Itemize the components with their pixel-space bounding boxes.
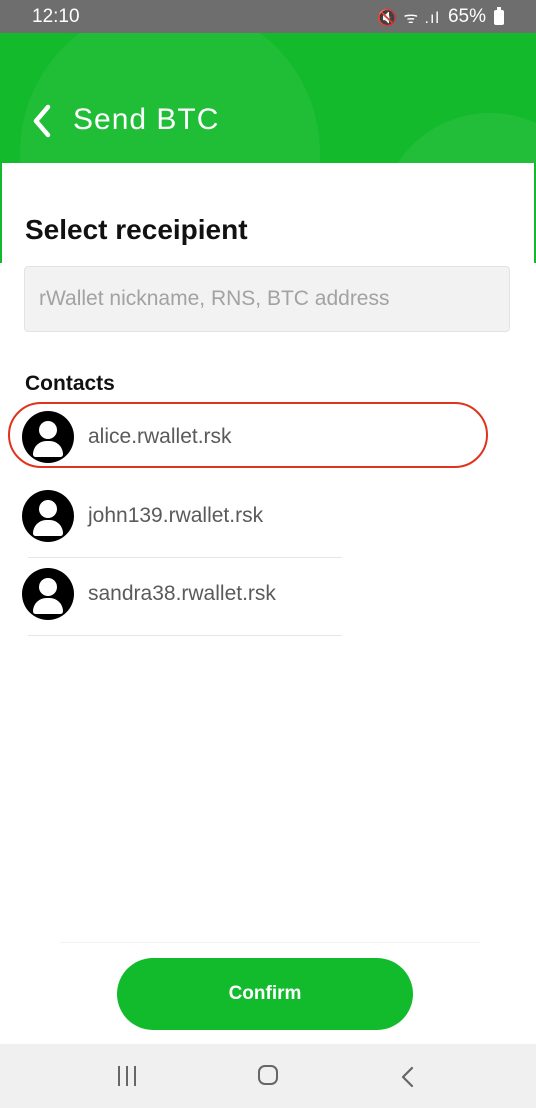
system-nav-bar — [0, 1044, 536, 1108]
battery-icon — [494, 6, 504, 25]
recipient-search-input[interactable] — [24, 266, 510, 332]
divider — [28, 635, 342, 636]
status-time: 12:10 — [32, 6, 80, 27]
battery-percent: 65% — [447, 6, 486, 27]
header-decoration — [20, 33, 320, 163]
contact-name: alice.rwallet.rsk — [88, 425, 232, 448]
divider — [0, 163, 2, 263]
contact-name: john139.rwallet.rsk — [88, 504, 264, 527]
status-bar: 12:10 🔇 ᯤ .ıl 65% — [0, 0, 536, 33]
user-icon — [22, 490, 74, 542]
back-icon[interactable] — [388, 1064, 428, 1090]
contacts-label: Contacts — [25, 372, 115, 395]
home-icon[interactable] — [248, 1064, 288, 1090]
contact-item-sandra38[interactable]: sandra38.rwallet.rsk — [22, 556, 342, 636]
contact-name: sandra38.rwallet.rsk — [88, 582, 276, 605]
user-icon — [22, 411, 74, 463]
status-indicators: 🔇 ᯤ .ıl 65% — [377, 6, 504, 28]
confirm-button[interactable]: Confirm — [117, 958, 413, 1030]
contact-item-john139[interactable]: john139.rwallet.rsk — [22, 478, 342, 558]
header: Send BTC — [0, 33, 536, 163]
page-title: Send BTC — [73, 103, 220, 136]
back-button[interactable] — [28, 101, 62, 141]
status-icons: 🔇 ᯤ .ıl — [377, 10, 440, 27]
contact-item-alice[interactable]: alice.rwallet.rsk — [22, 399, 342, 479]
section-title: Select receipient — [25, 214, 248, 245]
recent-apps-icon[interactable] — [108, 1064, 148, 1090]
divider — [60, 942, 480, 943]
chevron-left-icon — [33, 104, 51, 138]
user-icon — [22, 568, 74, 620]
header-decoration — [380, 113, 536, 163]
